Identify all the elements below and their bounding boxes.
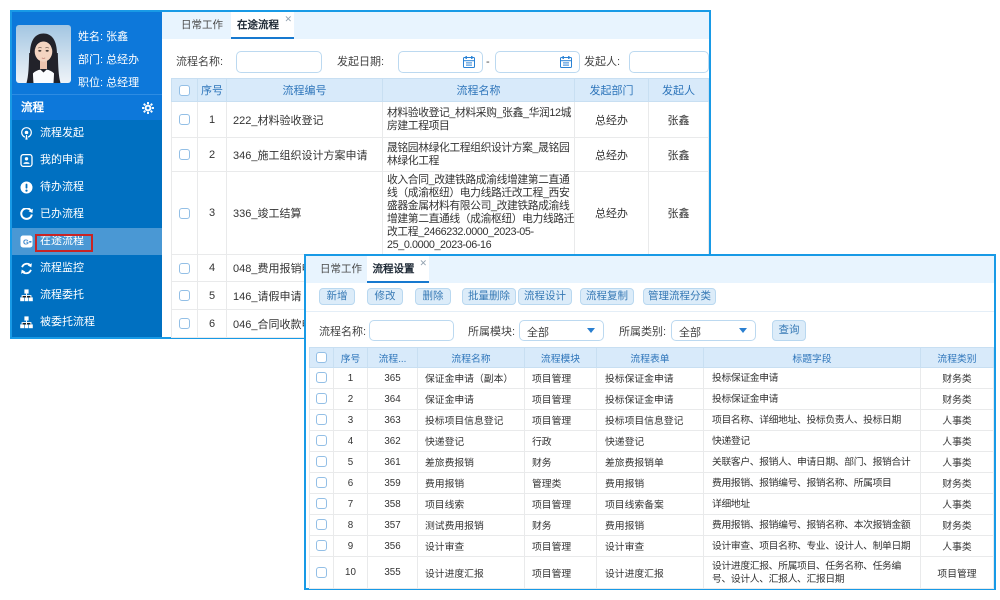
svg-text:G: G xyxy=(23,238,29,247)
